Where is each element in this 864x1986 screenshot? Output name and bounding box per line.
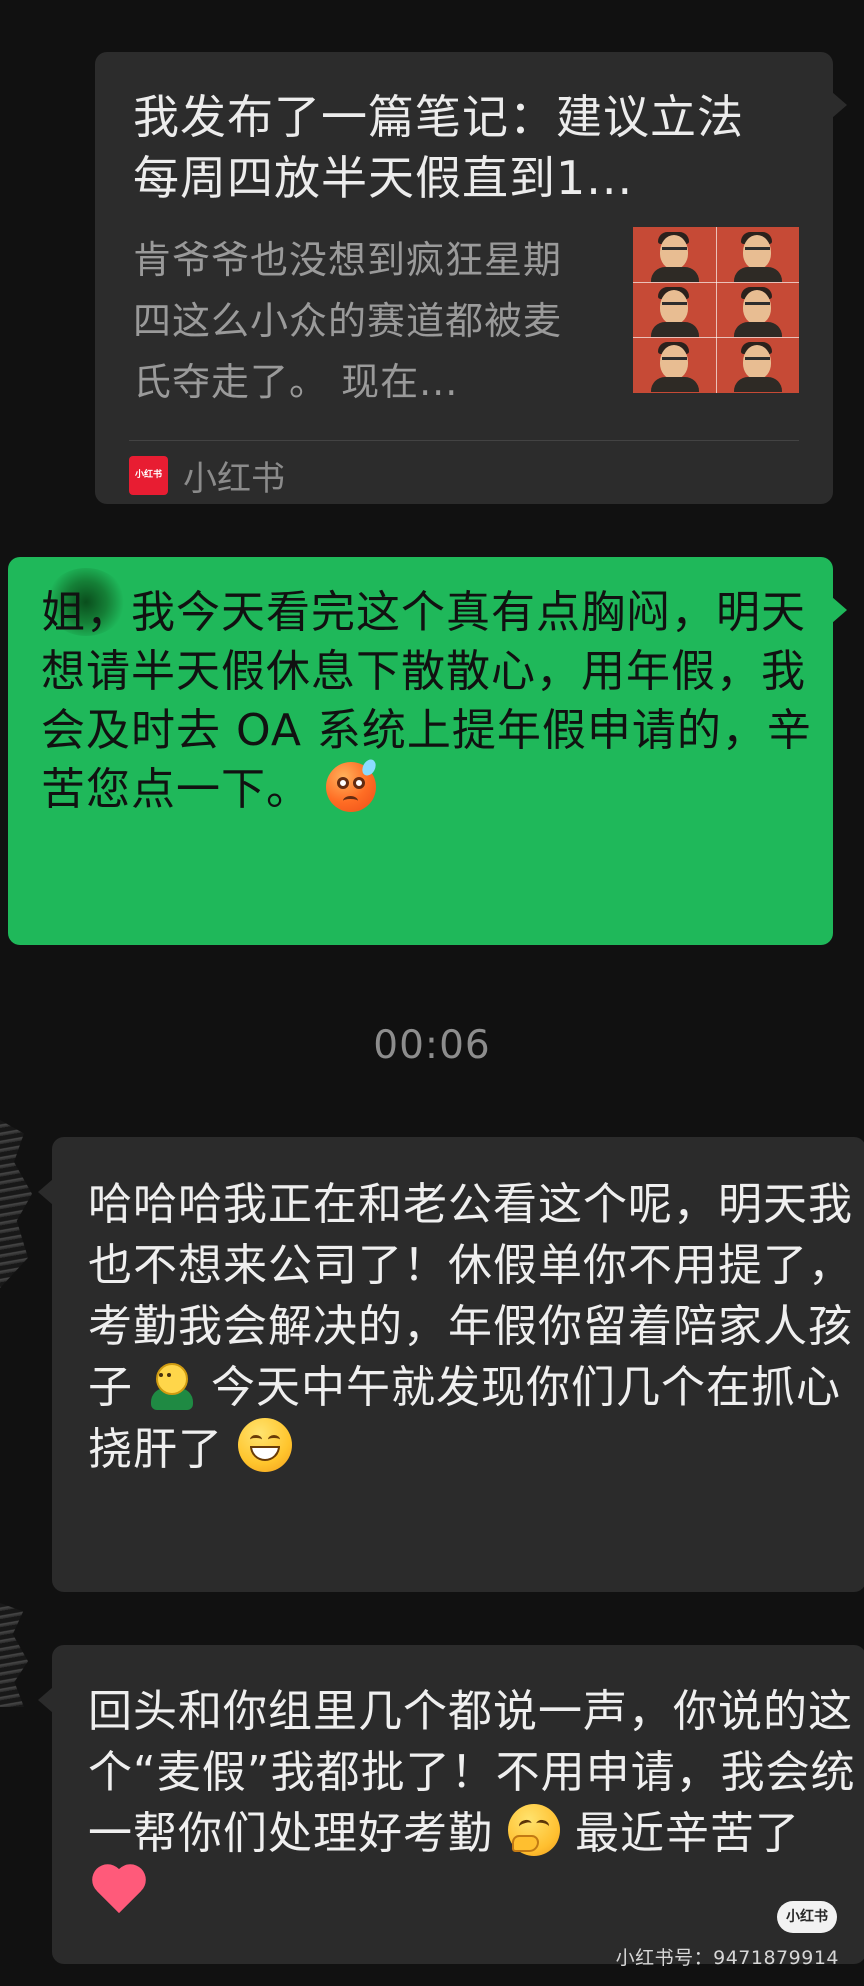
- sent-message-bubble[interactable]: 姐，我今天看完这个真有点胸闷，明天想请半天假休息下散散心，用年假，我会及时去 O…: [8, 557, 847, 945]
- sender-avatar-blur: [0, 1120, 32, 1288]
- source-name: 小红书: [183, 458, 285, 499]
- thumbnail-person-icon: [633, 337, 716, 392]
- thumbnail-person-icon: [633, 282, 716, 337]
- shared-note-summary: 肯爷爷也没想到疯狂星期四这么小众的赛道都被麦氏夺走了。 现在...: [133, 238, 563, 404]
- shared-note-card[interactable]: 我发布了一篇笔记：建议立法每周四放半天假直到1... 肯爷爷也没想到疯狂星期四这…: [95, 52, 847, 504]
- received-message-part: 今天中午就发现你们几个在抓心挠肝了: [88, 1362, 841, 1475]
- sender-avatar-blur: [0, 1603, 28, 1707]
- sweat-face-icon: [326, 757, 379, 812]
- received-message-text: 回头和你组里几个都说一声，你说的这个“麦假”我都批了！不用申请，我会统一帮你们处…: [88, 1681, 858, 1926]
- sent-message-content: 姐，我今天看完这个真有点胸闷，明天想请半天假休息下散散心，用年假，我会及时去 O…: [41, 587, 812, 815]
- sent-message-text: 姐，我今天看完这个真有点胸闷，明天想请半天假休息下散散心，用年假，我会及时去 O…: [41, 583, 813, 819]
- received-message-text: 哈哈哈我正在和老公看这个呢，明天我也不想来公司了！休假单你不用提了，考勤我会解决…: [88, 1174, 858, 1480]
- received-message-part: 最近辛苦了: [575, 1808, 800, 1859]
- received-message-bubble[interactable]: 哈哈哈我正在和老公看这个呢，明天我也不想来公司了！休假单你不用提了，考勤我会解决…: [38, 1137, 864, 1592]
- watermark-id: 小红书号：9471879914: [615, 1947, 839, 1969]
- watermark-badge: 小红书: [777, 1901, 837, 1933]
- card-divider: [129, 440, 799, 441]
- boy-icon: [148, 1360, 196, 1410]
- thumbnail-person-icon: [633, 227, 716, 282]
- xiaohongshu-logo-icon: 小红书: [129, 455, 168, 495]
- thumbnail-person-icon: [716, 282, 799, 337]
- source-row: 小红书 小红书: [129, 454, 285, 499]
- shared-note-title: 我发布了一篇笔记：建议立法每周四放半天假直到1...: [133, 90, 744, 205]
- thumbnail-person-icon: [716, 337, 799, 392]
- grinning-face-icon: [238, 1418, 292, 1472]
- thumbnail-person-icon: [716, 227, 799, 282]
- shared-note-thumbnail: [633, 227, 799, 393]
- received-message-bubble[interactable]: 回头和你组里几个都说一声，你说的这个“麦假”我都批了！不用申请，我会统一帮你们处…: [38, 1645, 864, 1964]
- chat-timestamp: 00:06: [373, 1023, 491, 1068]
- red-heart-icon: [88, 1864, 150, 1918]
- thinking-face-icon: [508, 1804, 560, 1856]
